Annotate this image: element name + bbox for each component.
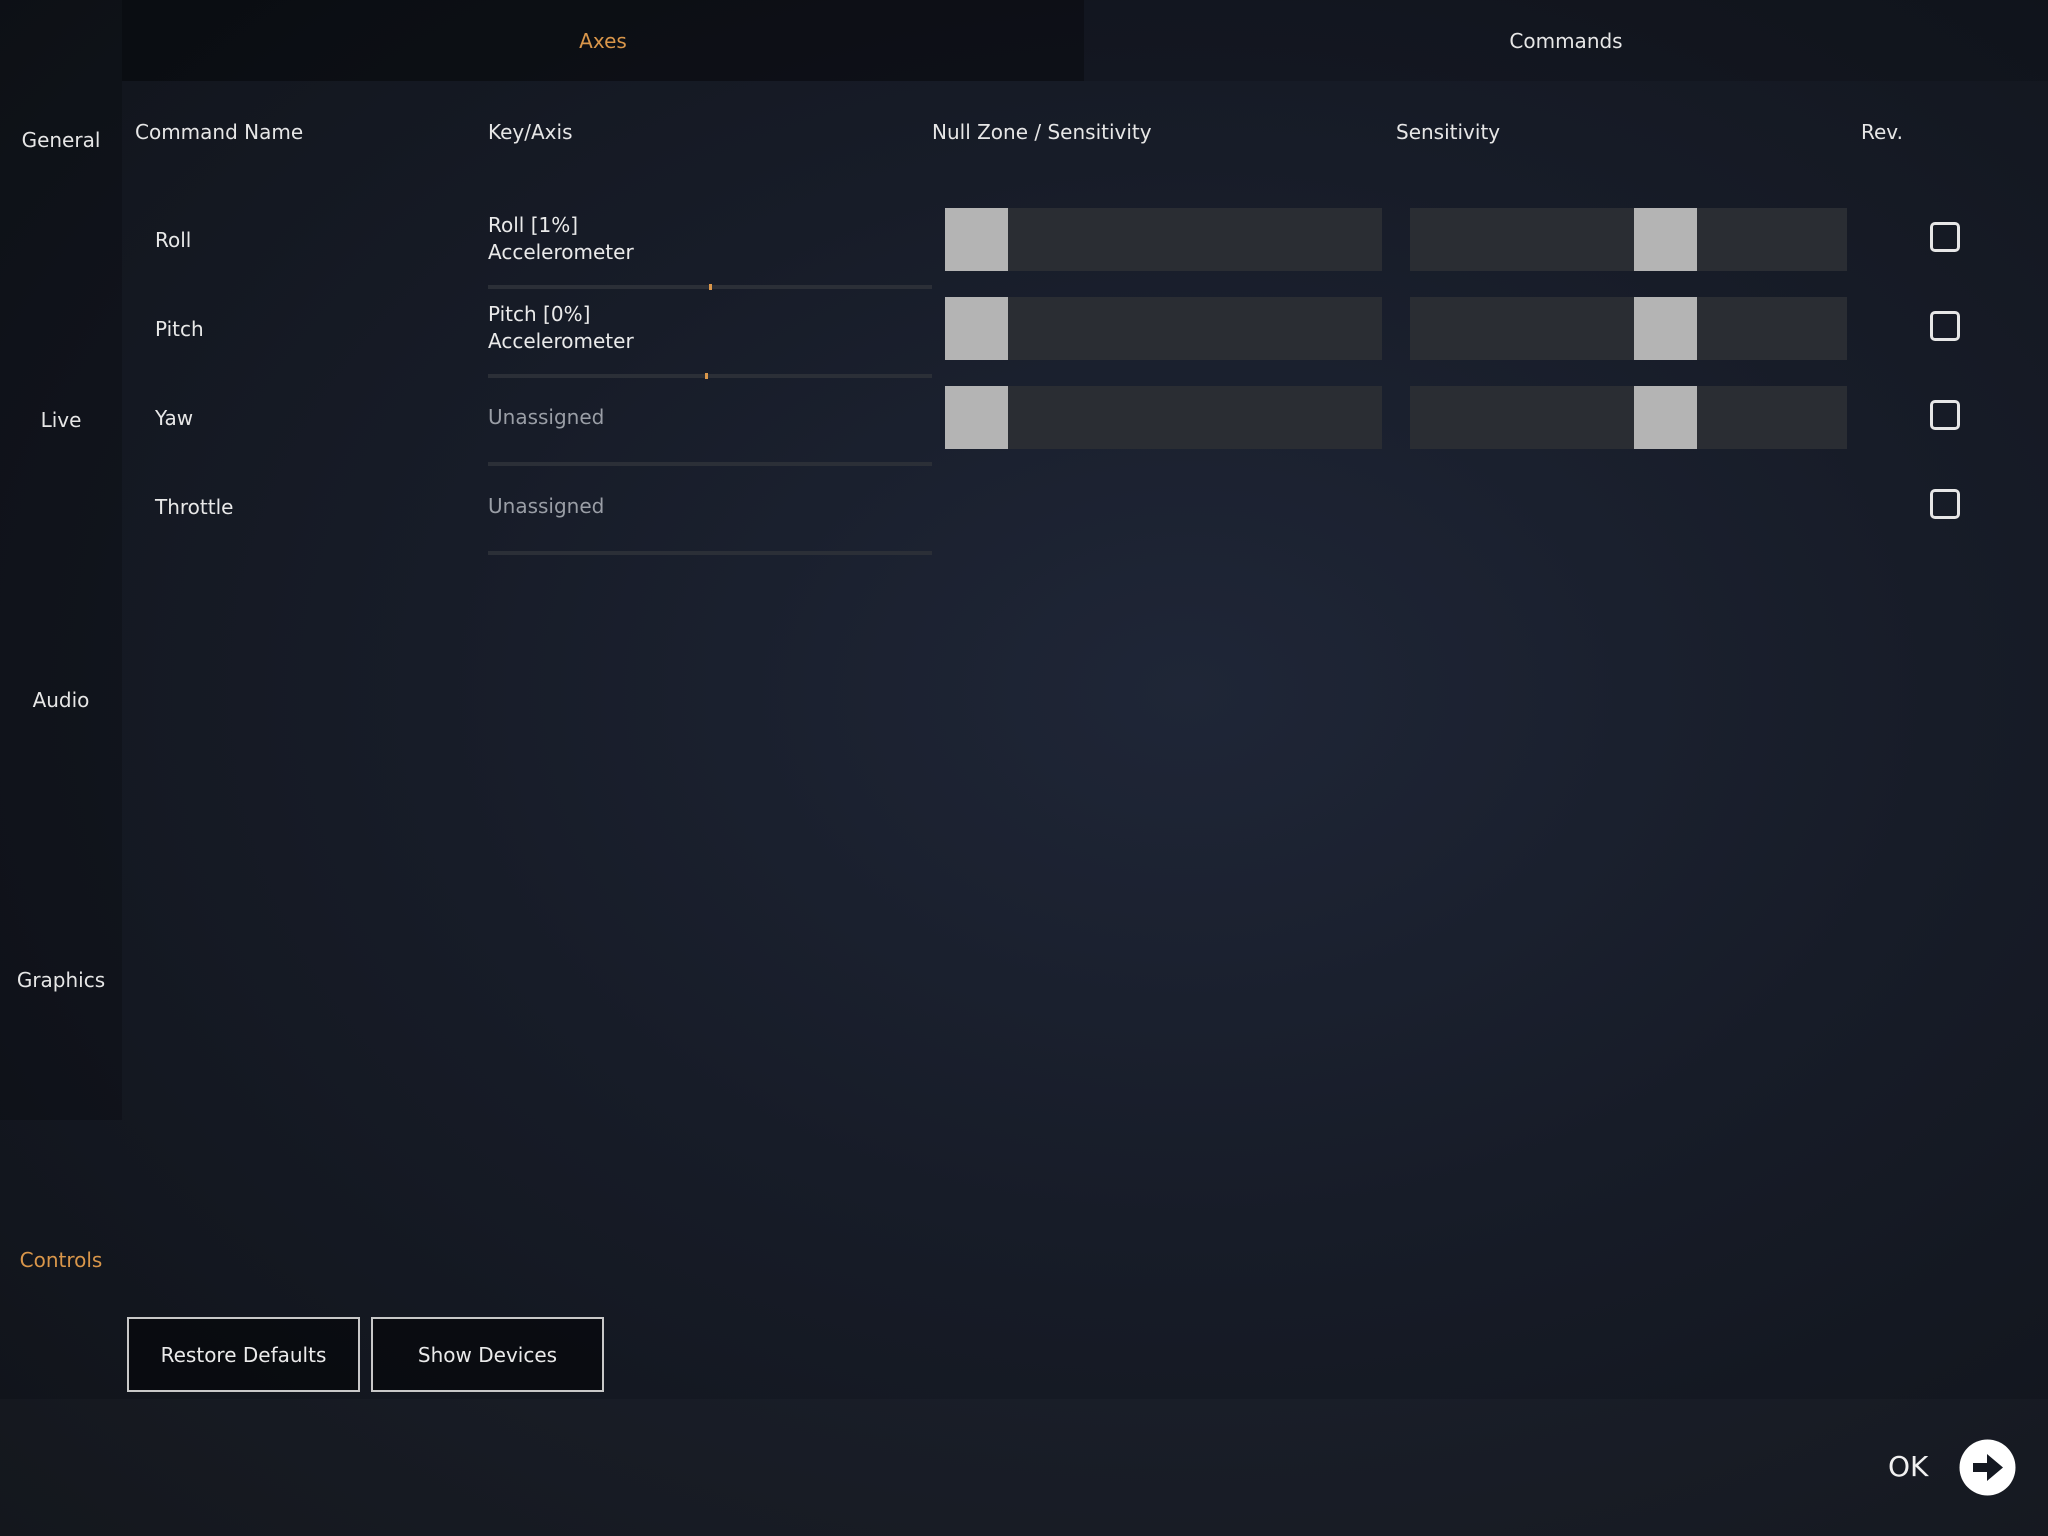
axis-indicator-yaw [488,462,932,466]
slider-thumb[interactable] [1634,208,1698,271]
null-zone-slider-pitch[interactable] [945,297,1382,360]
key-axis-yaw-value: Unassigned [488,405,605,429]
reverse-checkbox-yaw[interactable] [1930,400,1960,430]
slider-thumb[interactable] [945,208,1008,271]
slider-thumb[interactable] [1634,297,1698,360]
axis-indicator-mark [709,284,712,290]
axis-indicator-roll [488,284,932,290]
key-axis-yaw[interactable]: Unassigned [488,404,932,466]
footer-bar [0,1399,2048,1536]
key-axis-pitch-device: Accelerometer [488,329,634,353]
header-sensitivity: Sensitivity [1396,120,1501,144]
sensitivity-slider-yaw[interactable] [1410,386,1847,449]
axis-indicator-throttle [488,551,932,555]
tab-commands[interactable]: Commands [1084,0,2048,81]
reverse-checkbox-throttle[interactable] [1930,489,1960,519]
axis-indicator-mark [704,373,708,379]
slider-thumb[interactable] [945,386,1008,449]
sidebar-item-graphics[interactable]: Graphics [0,968,122,992]
sidebar-item-live[interactable]: Live [0,408,122,432]
header-command-name: Command Name [135,120,304,144]
arrow-right-circle-icon[interactable] [1959,1439,2016,1496]
restore-defaults-button[interactable]: Restore Defaults [127,1317,360,1392]
key-axis-throttle[interactable]: Unassigned [488,493,932,555]
key-axis-pitch[interactable]: Pitch [0%] Accelerometer [488,301,932,379]
command-name-throttle: Throttle [155,495,234,519]
key-axis-pitch-value: Pitch [0%] [488,302,591,326]
key-axis-roll-device: Accelerometer [488,240,634,264]
settings-sidebar: General Live Audio Graphics [0,0,122,1120]
sidebar-item-general[interactable]: General [0,128,122,152]
show-devices-button[interactable]: Show Devices [371,1317,604,1392]
reverse-checkbox-pitch[interactable] [1930,311,1960,341]
ok-label[interactable]: OK [1888,1450,1928,1483]
null-zone-slider-roll[interactable] [945,208,1382,271]
header-key-axis: Key/Axis [488,120,573,144]
key-axis-throttle-value: Unassigned [488,494,605,518]
header-null-zone: Null Zone / Sensitivity [932,120,1152,144]
tab-axes[interactable]: Axes [122,0,1084,81]
command-name-pitch: Pitch [155,317,204,341]
sensitivity-slider-pitch[interactable] [1410,297,1847,360]
key-axis-roll[interactable]: Roll [1%] Accelerometer [488,212,932,290]
slider-thumb[interactable] [945,297,1008,360]
slider-thumb[interactable] [1634,386,1698,449]
command-name-roll: Roll [155,228,192,252]
null-zone-slider-yaw[interactable] [945,386,1382,449]
reverse-checkbox-roll[interactable] [1930,222,1960,252]
axis-indicator-pitch [488,373,932,379]
sensitivity-slider-roll[interactable] [1410,208,1847,271]
sidebar-item-audio[interactable]: Audio [0,688,122,712]
header-rev: Rev. [1861,120,1903,144]
sidebar-item-controls[interactable]: Controls [0,1248,122,1272]
command-name-yaw: Yaw [155,406,194,430]
key-axis-roll-value: Roll [1%] [488,213,579,237]
